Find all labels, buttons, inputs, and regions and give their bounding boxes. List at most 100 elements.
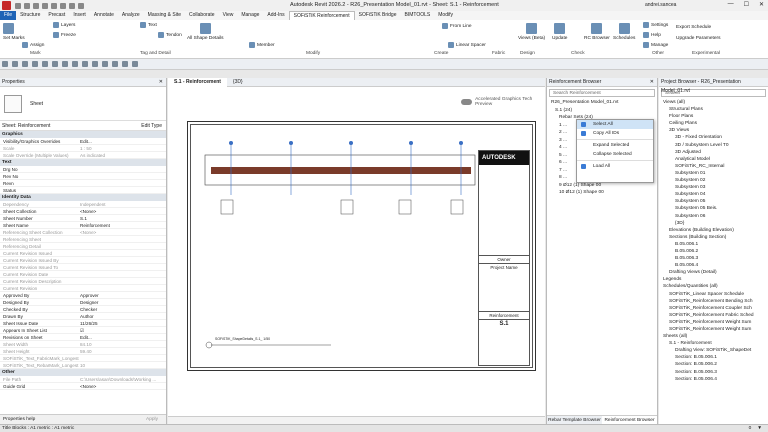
property-category[interactable]: Other <box>0 369 166 376</box>
tendon-button[interactable]: Tendon <box>158 32 182 38</box>
filter-icon[interactable]: ▼ <box>757 425 762 432</box>
property-value[interactable]: Approver <box>80 292 166 298</box>
property-row[interactable]: SOFiSTiK_Text_RebarMark_Longest 10 <box>0 362 166 369</box>
project-tree-item[interactable]: 3D Views <box>661 127 768 134</box>
property-row[interactable]: File Path C:\Users\asan\Downloads\Working… <box>0 376 166 383</box>
menu-select-all[interactable]: Select All <box>577 120 653 129</box>
measure-icon[interactable] <box>60 2 66 9</box>
property-row[interactable]: Current Revision <box>0 285 166 292</box>
project-tree-item[interactable]: 3D - Fixed Orientation <box>661 134 768 141</box>
project-tree-item[interactable]: Views (all) <box>661 99 768 106</box>
text-icon[interactable] <box>69 2 75 9</box>
project-tree-item[interactable]: Schedules/Quantities (all) <box>661 283 768 290</box>
views-beta-button[interactable]: Views (Beta) <box>518 23 545 41</box>
tab-reinforcement-browser[interactable]: Reinforcement Browser <box>602 416 657 424</box>
property-category[interactable]: Identity Data <box>0 194 166 201</box>
property-row[interactable]: Sheet Issue Date 11/26/25 <box>0 320 166 327</box>
project-tree-item[interactable]: B.05.006.2 <box>661 248 768 255</box>
property-row[interactable]: Drawn By Author <box>0 313 166 320</box>
property-category[interactable]: Text <box>0 159 166 166</box>
property-value[interactable]: C:\Users\asan\Downloads\Working ... <box>80 376 166 382</box>
property-value[interactable]: 1 : 50 <box>80 145 166 151</box>
project-tree-item[interactable]: SOFiSTiK_Reinforcement Bending Sch <box>661 298 768 305</box>
project-tree-item[interactable]: SOFiSTiK_Reinforcement Weight Sum <box>661 319 768 326</box>
export-schedule-button[interactable]: Export Schedule <box>676 25 711 30</box>
tab-sofistik-bridge[interactable]: SOFiSTiK Bridge <box>355 11 401 20</box>
property-row[interactable]: Sheet Name Reinforcement <box>0 222 166 229</box>
property-value[interactable]: Designer <box>80 299 166 305</box>
property-row[interactable]: Sheet Height 59.40 <box>0 348 166 355</box>
property-value[interactable] <box>80 285 166 291</box>
property-row[interactable]: SOFiSTiK_Text_FabricMark_Longest <box>0 355 166 362</box>
property-value[interactable]: 10 <box>80 362 166 368</box>
tab-insert[interactable]: Insert <box>69 11 90 20</box>
member-button[interactable]: Member <box>249 42 275 48</box>
update-button[interactable]: Update <box>552 23 567 41</box>
layers-button[interactable]: Layers <box>53 22 75 28</box>
project-tree-item[interactable]: S.1 - Reinforcement <box>661 340 768 347</box>
tab-manage[interactable]: Manage <box>237 11 263 20</box>
menu-collapse-selected[interactable]: Collapse Selected <box>577 150 653 159</box>
property-row[interactable]: Approved By Approver <box>0 292 166 299</box>
property-value[interactable]: 84.10 <box>80 341 166 347</box>
property-value[interactable]: Author <box>80 313 166 319</box>
project-tree-item[interactable]: Analytical Model <box>661 156 768 163</box>
align-icon[interactable] <box>92 61 98 67</box>
rc-browser-button[interactable]: RC Browser <box>584 23 610 41</box>
property-value[interactable]: <None> <box>80 208 166 214</box>
project-tree-item[interactable]: SOFiSTiK_Linear Spacer Schedule <box>661 291 768 298</box>
property-row[interactable]: Referencing Sheet Collection <None> <box>0 229 166 236</box>
redo-icon[interactable] <box>42 2 48 9</box>
property-value[interactable] <box>80 355 166 361</box>
property-value[interactable]: ☑ <box>80 327 166 333</box>
tab-sheet-s1[interactable]: S.1 - Reinforcement <box>168 78 227 87</box>
property-row[interactable]: Current Revision Description <box>0 278 166 285</box>
modify-icon[interactable] <box>2 61 8 67</box>
schedules-button[interactable]: Schedules <box>613 23 635 41</box>
project-tree-item[interactable]: Subsystem 05 <box>661 198 768 205</box>
tab-3d[interactable]: {3D} <box>227 78 249 87</box>
tab-rebar-template-browser[interactable]: Rebar Template Browser <box>547 416 602 424</box>
project-tree-item[interactable]: B.05.006.3 <box>661 255 768 262</box>
project-tree-item[interactable]: Subsystem 04 <box>661 191 768 198</box>
property-value[interactable] <box>80 180 166 186</box>
copy-icon[interactable] <box>72 61 78 67</box>
project-tree-item[interactable]: Section: B.05.006.4 <box>661 376 768 383</box>
select-icon[interactable] <box>12 61 18 67</box>
property-row[interactable]: Appears In Sheet List ☑ <box>0 327 166 334</box>
tab-modify[interactable]: Modify <box>434 11 457 20</box>
help-button[interactable]: Help <box>643 32 661 38</box>
property-value[interactable] <box>80 166 166 172</box>
property-row[interactable]: Checked By Checker <box>0 306 166 313</box>
open-icon[interactable] <box>15 2 21 9</box>
close-icon[interactable]: ✕ <box>650 78 654 87</box>
property-value[interactable]: Reinforcement <box>80 222 166 228</box>
rotate-icon[interactable] <box>52 61 58 67</box>
delete-icon[interactable] <box>132 61 138 67</box>
tab-massing-site[interactable]: Massing & Site <box>144 11 185 20</box>
property-row[interactable]: Drg No <box>0 166 166 173</box>
property-row[interactable]: Revn <box>0 180 166 187</box>
property-value[interactable] <box>80 278 166 284</box>
tab-structure[interactable]: Structure <box>16 11 44 20</box>
tab-precast[interactable]: Precast <box>44 11 69 20</box>
property-value[interactable]: Checker <box>80 306 166 312</box>
property-value[interactable] <box>80 250 166 256</box>
project-tree-item[interactable]: Subsystem 03 <box>661 184 768 191</box>
project-tree-item[interactable]: SOFiSTiK_Reinforcement Weight Sum <box>661 326 768 333</box>
tab-file[interactable]: File <box>0 11 17 20</box>
revit-logo-icon[interactable] <box>2 1 11 10</box>
properties-help-link[interactable]: Properties help <box>3 417 35 422</box>
cut-icon[interactable] <box>22 61 28 67</box>
text-button[interactable]: Text <box>140 22 157 28</box>
tab-sofistik-reinforcement[interactable]: SOFiSTiK Reinforcement <box>288 11 355 20</box>
property-row[interactable]: Referencing Detail <box>0 243 166 250</box>
project-tree-item[interactable]: Subsystem 06 <box>661 213 768 220</box>
print-icon[interactable] <box>51 2 57 9</box>
property-row[interactable]: Rev No <box>0 173 166 180</box>
upgrade-parameters-button[interactable]: Upgrade Parameters <box>676 36 721 41</box>
set-marks-button[interactable]: Set Marks <box>3 23 25 41</box>
property-row[interactable]: Sheet Number S.1 <box>0 215 166 222</box>
array-icon[interactable] <box>82 61 88 67</box>
project-tree-item[interactable]: Sections (Building Section) <box>661 234 768 241</box>
